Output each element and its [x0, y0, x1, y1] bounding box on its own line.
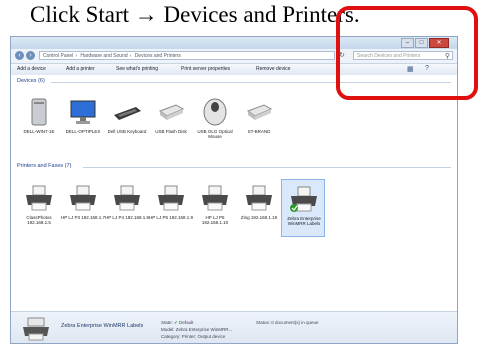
keyboard-icon — [112, 97, 142, 127]
device-tile[interactable]: USB OLG Optical Mouse — [193, 93, 237, 151]
device-tile[interactable]: DELL-WIN7-1E — [17, 93, 61, 151]
printer-icon — [21, 316, 51, 342]
printer-icon — [200, 183, 230, 213]
device-label: Zebra Enterprise WinMRR Labels — [287, 216, 321, 226]
device-tile[interactable]: HP LJ P5 192.168.1.9 — [149, 179, 193, 237]
devices-content-pane: Devices (6) DELL-WIN7-1E DELL-OPTIPLEX Del… — [11, 75, 457, 311]
details-pane: Zebra Enterprise WinMRR Labels State: ✔ … — [11, 311, 457, 343]
add-device-button[interactable]: Add a device — [17, 66, 46, 72]
device-label: HP LJ P3 192.168.1.7 — [61, 215, 105, 220]
device-label: ClassPhotos 192.168.1.5 — [26, 215, 52, 225]
device-label: DELL-OPTIPLEX — [65, 129, 101, 134]
device-label: USB OLG Optical Mouse — [197, 129, 233, 139]
print-server-properties-button[interactable]: Print server properties — [181, 66, 230, 72]
address-segment[interactable]: Hardware and Sound — [80, 53, 127, 59]
group-divider — [83, 167, 451, 168]
drive-icon — [156, 97, 186, 127]
pc-tower-icon — [24, 97, 54, 127]
see-printing-button[interactable]: See what's printing — [116, 66, 158, 72]
device-label: Dell USB Keyboard — [107, 129, 147, 134]
printers-group-heading[interactable]: Printers and Faxes (7) — [17, 163, 71, 169]
device-tile[interactable]: HP LJ P4 192.168.1.8 — [105, 179, 149, 237]
mouse-icon — [200, 97, 230, 127]
details-device-name: Zebra Enterprise WinMRR Labels — [61, 323, 144, 329]
details-category: Category: Printer; Output device — [161, 334, 226, 339]
printer-icon — [244, 183, 274, 213]
device-tile[interactable]: HP LJ P3 192.168.1.7 — [61, 179, 105, 237]
device-tile[interactable]: HP LJ P6 192.168.1.10 — [193, 179, 237, 237]
device-label: Zing 192.168.1.19 — [240, 215, 278, 220]
device-tile[interactable]: Zing 192.168.1.19 — [237, 179, 281, 237]
device-tile[interactable]: DELL-OPTIPLEX — [61, 93, 105, 151]
default-checkmark-icon: ✔ — [174, 320, 178, 325]
printer-icon — [24, 183, 54, 213]
monitor-icon — [68, 97, 98, 127]
address-bar[interactable]: Control Panel › Hardware and Sound › Devic… — [39, 51, 335, 60]
devices-group-heading[interactable]: Devices (6) — [17, 78, 45, 84]
address-segment[interactable]: Control Panel — [43, 53, 73, 59]
device-label: DELL-WIN7-1E — [23, 129, 55, 134]
details-status: Status: 0 document(s) in queue — [256, 320, 319, 325]
printer-default-icon — [289, 184, 319, 214]
device-label: USB Flash Disk — [155, 129, 187, 134]
device-tile[interactable]: ST-BRAND — [237, 93, 281, 151]
printer-icon — [156, 183, 186, 213]
printer-icon — [68, 183, 98, 213]
details-state: State: ✔ Default — [161, 320, 194, 325]
device-tile[interactable]: Zebra Enterprise WinMRR Labels — [281, 179, 325, 237]
device-label: HP LJ P6 192.168.1.10 — [201, 215, 229, 225]
device-tile[interactable]: USB Flash Disk — [149, 93, 193, 151]
device-tile[interactable]: ClassPhotos 192.168.1.5 — [17, 179, 61, 237]
search-highlight-annotation — [336, 6, 478, 100]
device-label: HP LJ P5 192.168.1.9 — [149, 215, 193, 220]
forward-arrow-icon[interactable]: › — [26, 51, 35, 60]
drive-icon — [244, 97, 274, 127]
remove-device-button[interactable]: Remove device — [256, 66, 290, 72]
printer-icon — [112, 183, 142, 213]
back-arrow-icon[interactable]: ‹ — [15, 51, 24, 60]
address-segment[interactable]: Devices and Printers — [135, 53, 181, 59]
device-label: HP LJ P4 192.168.1.8 — [105, 215, 149, 220]
add-printer-button[interactable]: Add a printer — [66, 66, 95, 72]
device-tile[interactable]: Dell USB Keyboard — [105, 93, 149, 151]
details-model: Model: Zebra Enterprise WinMRR... — [161, 327, 233, 332]
device-label: ST-BRAND — [247, 129, 271, 134]
